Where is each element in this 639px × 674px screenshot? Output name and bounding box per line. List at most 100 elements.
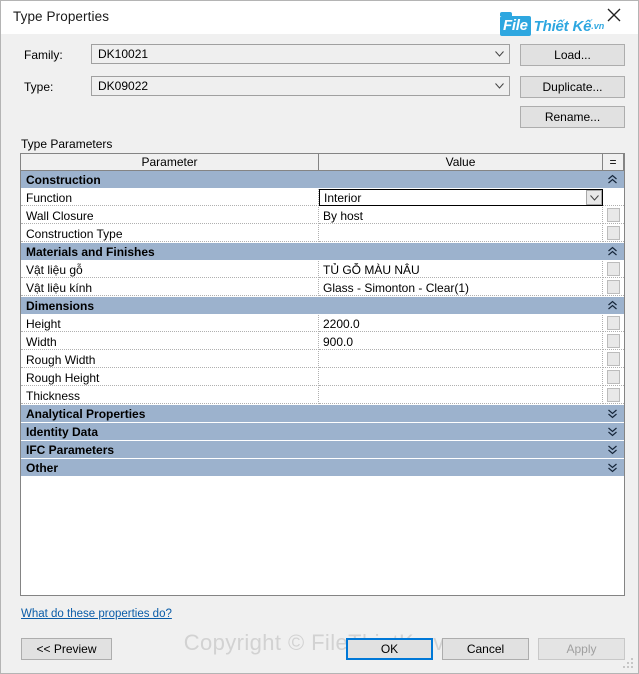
equals-cell xyxy=(603,351,624,368)
formula-toggle-button[interactable] xyxy=(607,226,620,240)
parameter-value-cell[interactable]: 900.0 xyxy=(319,333,603,350)
parameter-name: Height xyxy=(26,317,61,331)
chevron-down-double-icon xyxy=(608,427,617,437)
formula-toggle-button[interactable] xyxy=(607,280,620,294)
chevron-down-icon xyxy=(495,83,504,89)
formula-toggle-button[interactable] xyxy=(607,352,620,366)
value-dropdown-button[interactable] xyxy=(586,190,602,205)
section-title: Materials and Finishes xyxy=(26,245,155,259)
section-header-row[interactable]: Identity Data xyxy=(21,423,624,441)
logo-file-text: File xyxy=(503,17,528,34)
section-title: Analytical Properties xyxy=(26,407,146,421)
chevron-up-double-icon xyxy=(608,246,617,256)
close-button[interactable] xyxy=(594,1,634,29)
parameter-row[interactable]: Thickness xyxy=(21,387,624,405)
type-combobox[interactable]: DK09022 xyxy=(91,76,510,96)
logo-file-badge: File xyxy=(500,12,531,36)
folder-tab-shape xyxy=(500,12,512,16)
column-header-parameter[interactable]: Parameter xyxy=(21,154,319,170)
equals-cell xyxy=(603,225,624,242)
parameter-name-cell: Vật liệu gỗ xyxy=(21,261,319,278)
family-combobox[interactable]: DK10021 xyxy=(91,44,510,64)
ok-button[interactable]: OK xyxy=(346,638,433,660)
parameter-row[interactable]: Wall Closure By host xyxy=(21,207,624,225)
equals-cell xyxy=(603,369,624,386)
chevron-down-icon xyxy=(495,51,504,57)
parameter-value: Glass - Simonton - Clear(1) xyxy=(323,281,470,295)
rename-button[interactable]: Rename... xyxy=(520,106,625,128)
formula-toggle-button[interactable] xyxy=(607,370,620,384)
parameter-value-cell[interactable] xyxy=(319,351,603,368)
section-header-row[interactable]: IFC Parameters xyxy=(21,441,624,459)
help-link[interactable]: What do these properties do? xyxy=(21,608,172,620)
filethietke-logo: File Thiết Kế .vn xyxy=(500,12,604,38)
section-header-row[interactable]: Other xyxy=(21,459,624,477)
equals-cell xyxy=(603,333,624,350)
formula-toggle-button[interactable] xyxy=(607,388,620,402)
section-header-row[interactable]: Construction xyxy=(21,171,624,189)
cancel-button[interactable]: Cancel xyxy=(442,638,529,660)
parameter-value-cell[interactable] xyxy=(319,225,603,242)
parameter-name: Width xyxy=(26,335,57,349)
parameter-row[interactable]: Height 2200.0 xyxy=(21,315,624,333)
parameter-row[interactable]: Function Interior xyxy=(21,189,624,207)
equals-cell xyxy=(603,315,624,332)
parameter-name: Rough Height xyxy=(26,371,100,385)
chevron-down-icon xyxy=(590,195,599,201)
section-title: Identity Data xyxy=(26,425,99,439)
resize-grip[interactable] xyxy=(621,656,635,670)
parameter-value: 2200.0 xyxy=(323,317,360,331)
title-bar: Type Properties File Thiết Kế .vn xyxy=(1,1,638,36)
parameter-value-cell[interactable] xyxy=(319,369,603,386)
parameter-name-cell: Rough Width xyxy=(21,351,319,368)
column-header-value[interactable]: Value xyxy=(319,154,603,170)
parameter-value-cell[interactable]: Glass - Simonton - Clear(1) xyxy=(319,279,603,296)
table-body: Construction Function Interior Wall Closure… xyxy=(21,171,624,477)
parameter-row[interactable]: Rough Height xyxy=(21,369,624,387)
section-header-row[interactable]: Dimensions xyxy=(21,297,624,315)
equals-cell xyxy=(603,279,624,296)
parameter-row[interactable]: Rough Width xyxy=(21,351,624,369)
chevron-down-double-icon xyxy=(608,409,617,419)
chevron-up-double-icon xyxy=(608,300,617,310)
parameter-name-cell: Construction Type xyxy=(21,225,319,242)
type-parameters-table: Parameter Value = Construction Function In… xyxy=(20,153,625,596)
section-header-row[interactable]: Materials and Finishes xyxy=(21,243,624,261)
type-value: DK09022 xyxy=(98,79,149,93)
parameter-name: Vật liệu kính xyxy=(26,281,93,295)
formula-toggle-button[interactable] xyxy=(607,334,620,348)
column-header-equals[interactable]: = xyxy=(603,154,624,170)
formula-toggle-button[interactable] xyxy=(607,262,620,276)
parameter-value-cell[interactable]: 2200.0 xyxy=(319,315,603,332)
parameter-name-cell: Height xyxy=(21,315,319,332)
parameter-name: Construction Type xyxy=(26,227,123,241)
parameter-value-cell[interactable]: By host xyxy=(319,207,603,224)
section-title: Construction xyxy=(26,173,101,187)
parameter-row[interactable]: Vật liệu gỗ TỦ GỖ MÀU NÂU xyxy=(21,261,624,279)
parameter-value-cell[interactable]: TỦ GỖ MÀU NÂU xyxy=(319,261,603,278)
section-header-row[interactable]: Analytical Properties xyxy=(21,405,624,423)
preview-button[interactable]: << Preview xyxy=(21,638,112,660)
formula-toggle-button[interactable] xyxy=(607,316,620,330)
logo-thietke-text: Thiết Kế xyxy=(533,17,592,35)
parameter-name-cell: Rough Height xyxy=(21,369,319,386)
parameter-value: By host xyxy=(323,209,364,223)
parameter-name: Rough Width xyxy=(26,353,96,367)
duplicate-button[interactable]: Duplicate... xyxy=(520,76,625,98)
load-button[interactable]: Load... xyxy=(520,44,625,66)
parameter-value-cell[interactable] xyxy=(319,387,603,404)
parameter-row[interactable]: Construction Type xyxy=(21,225,624,243)
type-parameters-label: Type Parameters xyxy=(21,137,113,151)
chevron-up-double-icon xyxy=(608,174,617,184)
table-header-row: Parameter Value = xyxy=(21,154,624,171)
parameter-row[interactable]: Vật liệu kính Glass - Simonton - Clear(1) xyxy=(21,279,624,297)
parameter-name-cell: Vật liệu kính xyxy=(21,279,319,296)
parameter-row[interactable]: Width 900.0 xyxy=(21,333,624,351)
formula-toggle-button[interactable] xyxy=(607,208,620,222)
type-label: Type: xyxy=(24,80,54,94)
family-value: DK10021 xyxy=(98,47,149,61)
window-title: Type Properties xyxy=(13,9,110,24)
parameter-name-cell: Thickness xyxy=(21,387,319,404)
family-label: Family: xyxy=(24,48,63,62)
value-dropdown-editor[interactable]: Interior xyxy=(319,189,603,206)
